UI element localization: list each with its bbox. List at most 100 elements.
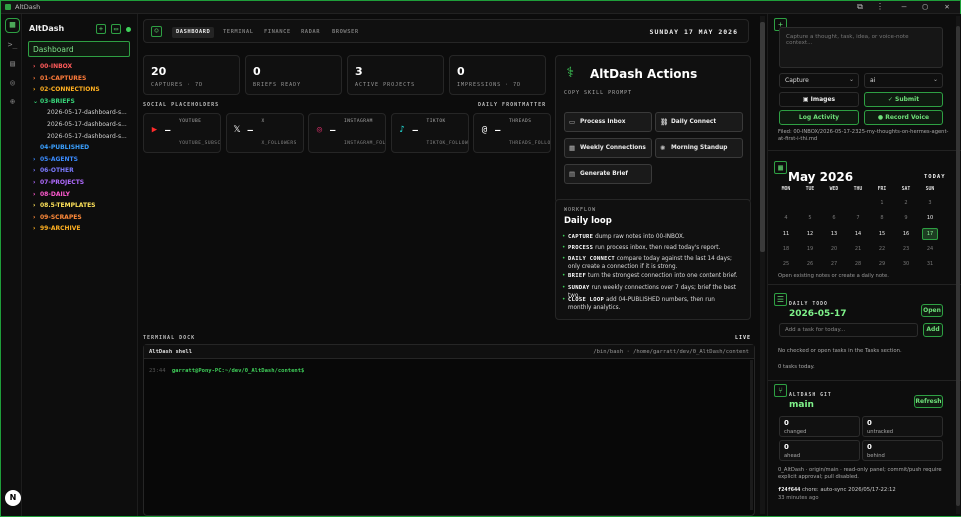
calendar-day[interactable]: 1 [874, 197, 890, 209]
calendar-day[interactable]: 20 [826, 243, 842, 255]
calendar-day[interactable]: 28 [850, 258, 866, 270]
more-icon[interactable]: ⋮ [870, 2, 890, 11]
right-scrollbar[interactable] [956, 16, 960, 514]
generate-brief-button[interactable]: ▤ Generate Brief [564, 164, 652, 184]
folder-item[interactable]: › 08.5-TEMPLATES [33, 202, 96, 209]
file-item[interactable]: 2026-05-17-dashboard-s... [47, 109, 127, 116]
process-inbox-button[interactable]: ▭ Process Inbox [564, 112, 652, 132]
folder-item[interactable]: › 08-DAILY [33, 191, 70, 198]
daily-connect-button[interactable]: ⛓ Daily Connect [655, 112, 743, 132]
calendar-day[interactable]: 9 [898, 212, 914, 224]
calendar-day[interactable]: 13 [826, 228, 842, 240]
calendar-day[interactable]: 22 [874, 243, 890, 255]
capture-textarea[interactable]: Capture a thought, task, idea, or voice-… [779, 27, 943, 68]
calendar-day[interactable]: 16 [898, 228, 914, 240]
morning-standup-button[interactable]: ✺ Morning Standup [655, 138, 743, 158]
new-folder-button[interactable]: ▭ [111, 24, 121, 34]
right-scroll-thumb[interactable] [956, 26, 960, 506]
dashboard-nav-item[interactable]: Dashboard [28, 41, 130, 57]
main-scroll-thumb[interactable] [760, 22, 765, 252]
maximize-button[interactable]: ▢ [915, 2, 935, 11]
social-card-youtube[interactable]: ▶ YOUTUBE — YOUTUBE_SUBSCR... [143, 113, 221, 153]
radar-icon[interactable]: ◎ [7, 77, 18, 88]
folder-item[interactable]: › 99-ARCHIVE [33, 225, 81, 232]
terminal-prompt-line[interactable]: 23:44 garratt@Pony-PC:~/dev/0_AltDash/co… [149, 368, 304, 374]
calendar-day-today[interactable]: 17 [922, 228, 938, 240]
calendar-day[interactable]: 31 [922, 258, 938, 270]
terminal-window[interactable]: AltDash shell /bin/bash · /home/garratt/… [143, 344, 755, 516]
dashboard-icon[interactable]: ▦ [5, 18, 20, 33]
tab-browser[interactable]: BROWSER [328, 27, 363, 38]
puzzle-icon[interactable]: ⧉ [850, 2, 870, 12]
record-voice-button[interactable]: ● Record Voice [864, 110, 943, 125]
calendar-day[interactable]: 15 [874, 228, 890, 240]
calendar-day[interactable]: 21 [850, 243, 866, 255]
calendar-day[interactable]: 27 [826, 258, 842, 270]
tab-terminal[interactable]: TERMINAL [219, 27, 258, 38]
new-note-button[interactable]: + [96, 24, 106, 34]
calendar-day[interactable]: 8 [874, 212, 890, 224]
calendar-day[interactable]: 18 [778, 243, 794, 255]
git-branch-icon[interactable]: ⑂ [774, 384, 787, 397]
task-input[interactable]: Add a task for today... [779, 323, 918, 337]
button-label: Process Inbox [580, 119, 626, 125]
capture-type-select[interactable]: Capture ⌄ [779, 73, 859, 88]
calendar-day[interactable]: 10 [922, 212, 938, 224]
agent-select[interactable]: ai ⌄ [864, 73, 943, 88]
file-item[interactable]: 2026-05-17-dashboard-s... [47, 133, 127, 140]
stat-label: CAPTURES · 7D [151, 82, 204, 88]
file-item[interactable]: 2026-05-17-dashboard-s... [47, 121, 127, 128]
calendar-day[interactable]: 12 [802, 228, 818, 240]
finance-icon[interactable]: ▤ [7, 58, 18, 69]
calendar-day[interactable]: 19 [802, 243, 818, 255]
today-button[interactable]: TODAY [924, 174, 946, 180]
calendar-day[interactable]: 30 [898, 258, 914, 270]
social-card-tiktok[interactable]: ♪ TIKTOK — TIKTOK_FOLLOWE... [390, 113, 469, 153]
folder-item[interactable]: 04-PUBLISHED [33, 144, 89, 151]
calendar-day[interactable]: 7 [850, 212, 866, 224]
weekly-connections-button[interactable]: ▦ Weekly Connections [564, 138, 652, 158]
log-activity-button[interactable]: Log Activity [779, 110, 859, 125]
calendar-day[interactable]: 14 [850, 228, 866, 240]
checklist-icon[interactable]: ☰ [774, 293, 787, 306]
main-scrollbar[interactable] [760, 16, 765, 514]
calendar-day[interactable]: 5 [802, 212, 818, 224]
calendar-day[interactable]: 4 [778, 212, 794, 224]
social-card-instagram[interactable]: ◎ INSTAGRAM — INSTAGRAM_FOLL... [308, 113, 386, 153]
folder-item[interactable]: › 00-INBOX [33, 63, 72, 70]
folder-item[interactable]: › 02-CONNECTIONS [33, 86, 100, 93]
calendar-day[interactable]: 24 [922, 243, 938, 255]
terminal-scrollbar[interactable] [750, 360, 753, 510]
tab-dashboard[interactable]: DASHBOARD [172, 27, 215, 38]
live-indicator: LIVE [734, 335, 751, 341]
calendar-day[interactable]: 3 [922, 197, 938, 209]
folder-item[interactable]: › 06-OTHER [33, 167, 74, 174]
tab-radar[interactable]: RADAR [297, 27, 324, 38]
calendar-day[interactable]: 23 [898, 243, 914, 255]
images-button[interactable]: ▣ Images [779, 92, 859, 107]
calendar-day[interactable]: 29 [874, 258, 890, 270]
folder-item[interactable]: › 09-SCRAPES [33, 214, 82, 221]
folder-item[interactable]: › 07-PROJECTS [33, 179, 84, 186]
terminal-icon[interactable]: >_ [7, 39, 18, 50]
folder-item[interactable]: › 01-CAPTURES [33, 75, 86, 82]
folder-item[interactable]: ⌄ 03-BRIEFS [33, 98, 75, 105]
social-card-x[interactable]: 𝕏 X — X_FOLLOWERS [225, 113, 304, 153]
browser-icon[interactable]: ⊕ [7, 96, 18, 107]
calendar-day[interactable]: 6 [826, 212, 842, 224]
calendar-day[interactable]: 25 [778, 258, 794, 270]
submit-button[interactable]: ✓ Submit [864, 92, 943, 107]
calendar-day[interactable]: 26 [802, 258, 818, 270]
calendar-day[interactable]: 11 [778, 228, 794, 240]
git-refresh-button[interactable]: Refresh [914, 395, 943, 408]
social-card-threads[interactable]: @ THREADS — THREADS_FOLLOW... [473, 113, 551, 153]
minimize-button[interactable]: – [894, 2, 914, 11]
open-daily-button[interactable]: Open [921, 304, 943, 317]
calendar-day[interactable]: 2 [898, 197, 914, 209]
calendar-icon[interactable]: ▦ [774, 161, 787, 174]
select-value: Capture [785, 77, 809, 84]
add-task-button[interactable]: Add [923, 323, 943, 337]
folder-item[interactable]: › 05-AGENTS [33, 156, 78, 163]
tab-finance[interactable]: FINANCE [260, 27, 295, 38]
close-button[interactable]: ✕ [937, 2, 957, 11]
